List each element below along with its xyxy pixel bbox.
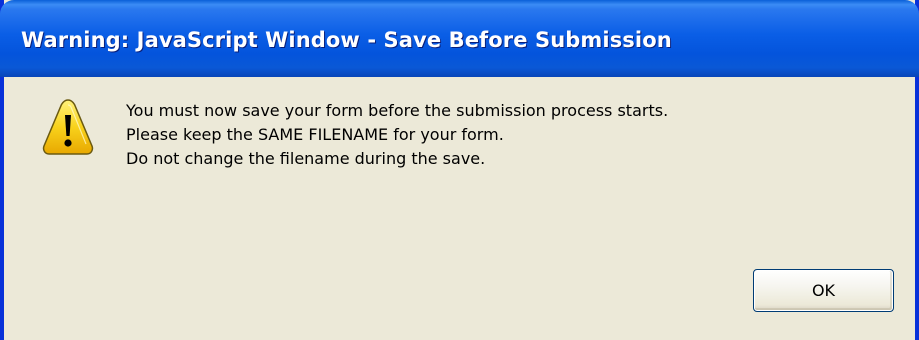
dialog-window: Warning: JavaScript Window - Save Before… [0, 0, 919, 340]
dialog-body: You must now save your form before the s… [4, 77, 915, 340]
message-line: Please keep the SAME FILENAME for your f… [126, 125, 504, 144]
warning-icon [40, 96, 96, 158]
dialog-message: You must now save your form before the s… [126, 99, 668, 171]
ok-button[interactable]: OK [753, 269, 894, 312]
message-line: Do not change the filename during the sa… [126, 149, 486, 168]
title-bar[interactable]: Warning: JavaScript Window - Save Before… [0, 0, 919, 77]
message-line: You must now save your form before the s… [126, 101, 669, 120]
window-title: Warning: JavaScript Window - Save Before… [21, 28, 672, 52]
